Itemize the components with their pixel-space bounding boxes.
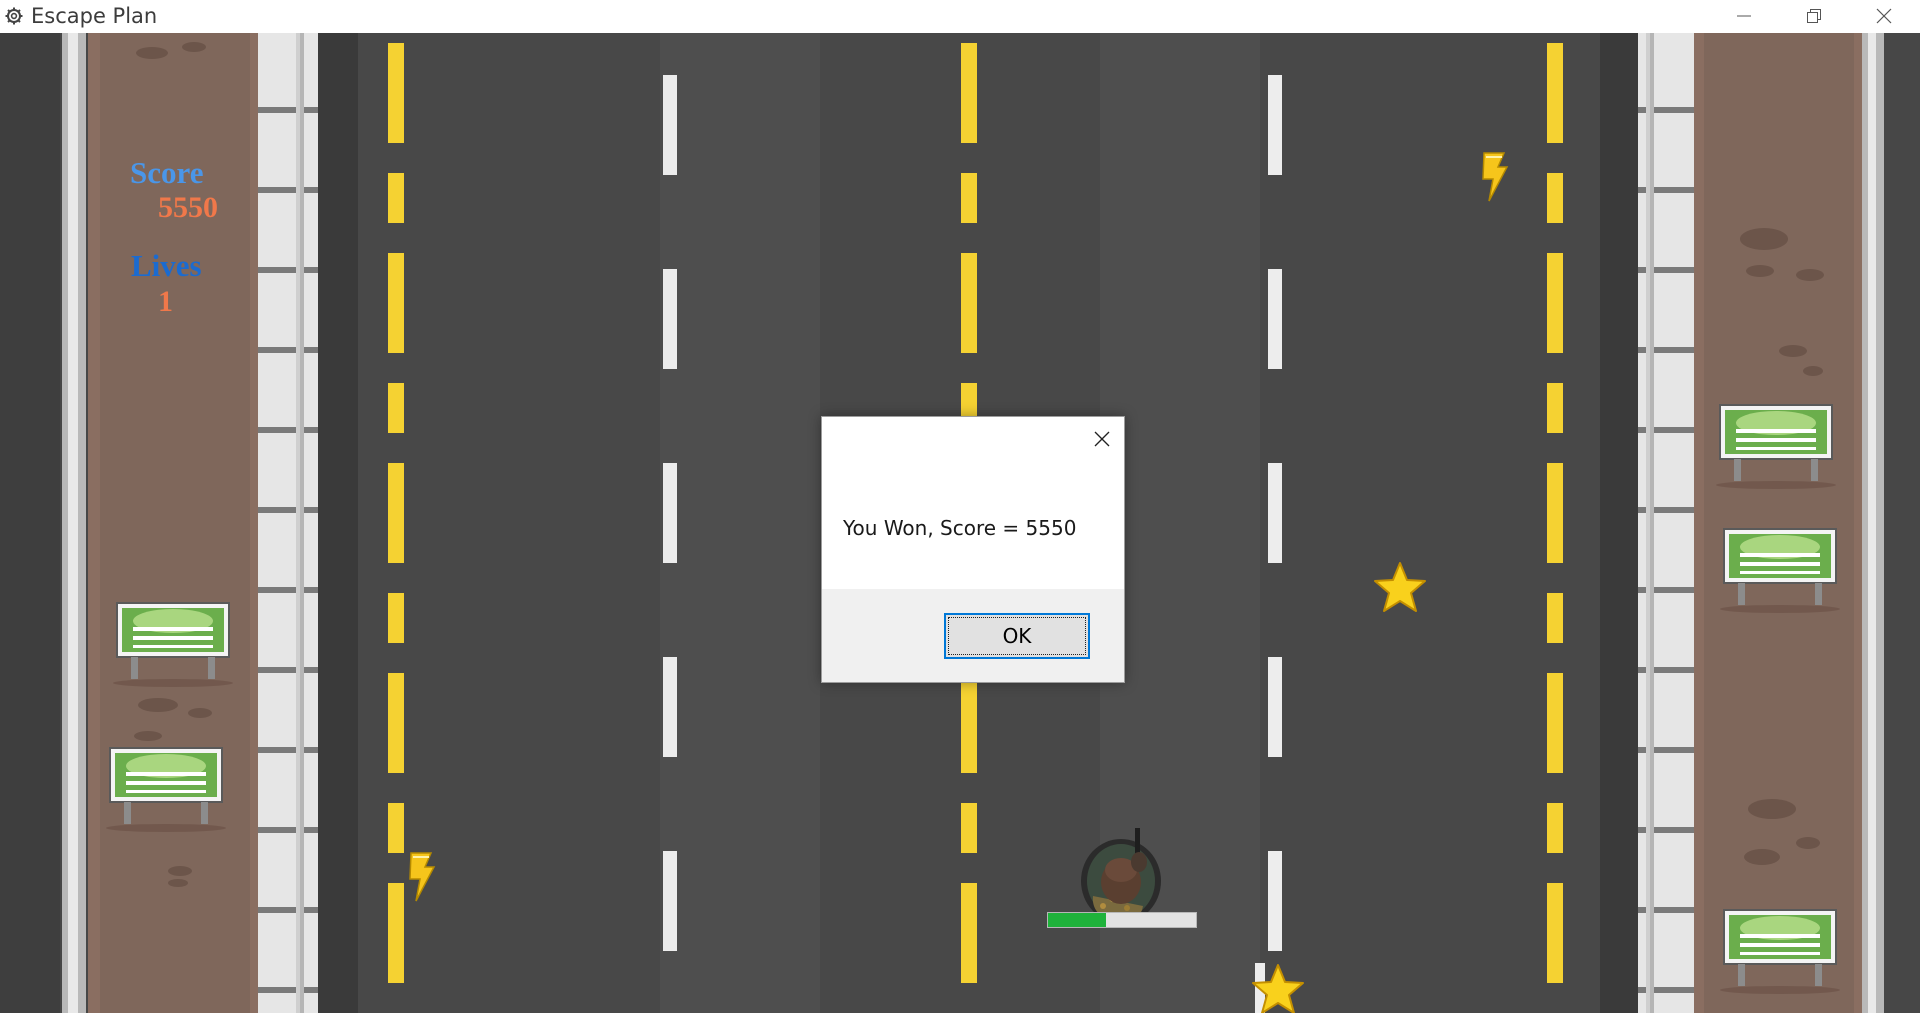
message-dialog: You Won, Score = 5550 OK xyxy=(821,416,1125,683)
restore-icon xyxy=(1807,9,1821,23)
lane-divider-white xyxy=(663,33,677,1013)
close-icon xyxy=(1094,431,1110,447)
dialog-message: You Won, Score = 5550 xyxy=(843,516,1077,540)
close-icon xyxy=(1876,8,1892,24)
dialog-footer: OK xyxy=(822,589,1124,682)
lane-divider-white xyxy=(1268,33,1282,1013)
lives-value: 1 xyxy=(158,285,173,318)
window-close-button[interactable] xyxy=(1849,0,1919,33)
window-title: Escape Plan xyxy=(31,4,158,28)
ok-button[interactable]: OK xyxy=(944,613,1090,659)
lane-divider-yellow xyxy=(1547,33,1563,1013)
score-label: Score xyxy=(130,155,204,190)
title-bar: Escape Plan xyxy=(0,0,1920,33)
minimize-icon xyxy=(1737,15,1751,17)
player-health-bar xyxy=(1047,912,1197,928)
restore-button[interactable] xyxy=(1779,0,1849,33)
dialog-close-button[interactable] xyxy=(1086,423,1118,455)
score-value: 5550 xyxy=(158,191,218,224)
gear-icon xyxy=(5,7,23,25)
health-bar-fill xyxy=(1048,913,1106,927)
lane-divider-yellow xyxy=(388,33,404,1013)
lives-label: Lives xyxy=(131,248,202,283)
minimize-button[interactable] xyxy=(1709,0,1779,33)
